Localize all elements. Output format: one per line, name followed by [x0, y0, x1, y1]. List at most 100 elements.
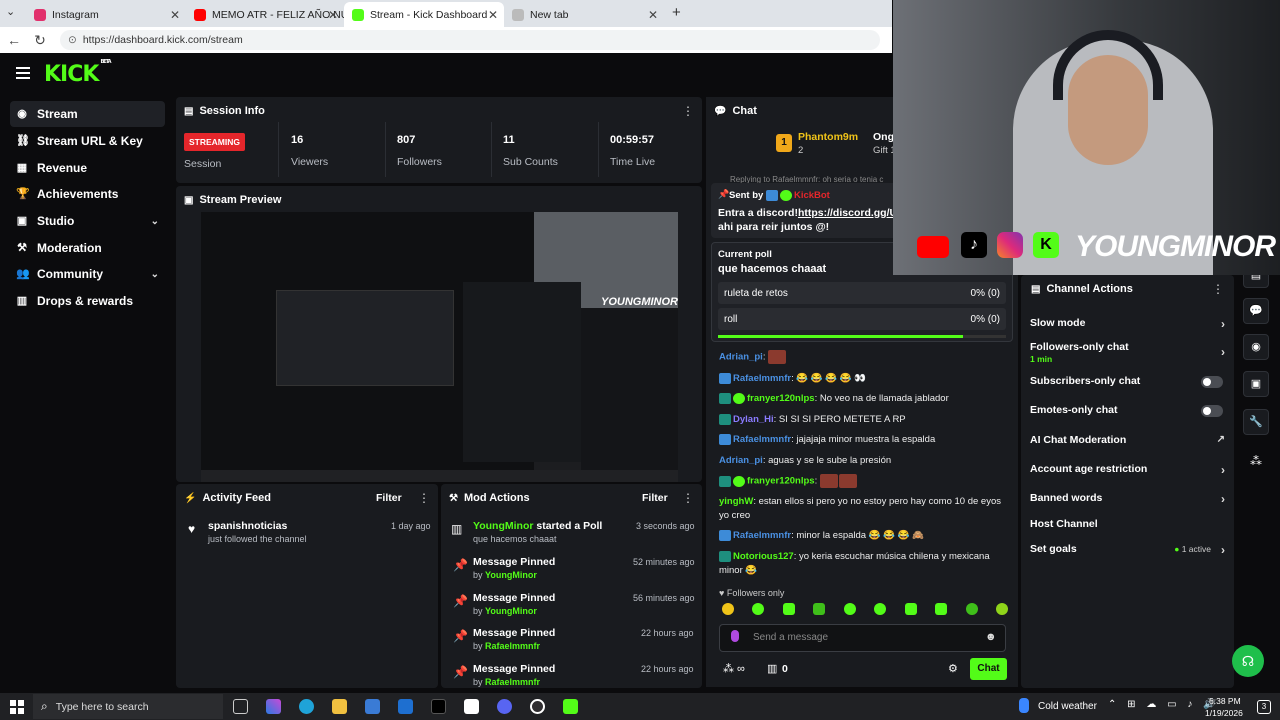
emote-bar[interactable]: [722, 603, 1008, 617]
channel-actions-panel: ▤ Channel Actions ⋮: [1021, 275, 1234, 688]
panel-title: 💬 Chat: [714, 105, 757, 117]
sidebar-item-stream-url-key[interactable]: ⛓ Stream URL & Key: [10, 128, 165, 154]
file-explorer-icon[interactable]: [332, 699, 347, 714]
more-icon[interactable]: ⋮: [682, 491, 694, 505]
quick-actions-icon[interactable]: ⁂: [1250, 454, 1262, 468]
sidebar-item-label: Drops & rewards: [37, 294, 134, 308]
kick-logo[interactable]: KICKBETA: [44, 59, 112, 87]
filter-button[interactable]: Filter: [376, 492, 402, 504]
bolt-icon: ⚡: [184, 492, 197, 504]
mod-item: Message Pinned by YoungMinor: [473, 592, 555, 616]
tab-youtube[interactable]: MEMO ATR - FELIZ AÑO NUEVO ✕: [186, 2, 344, 27]
support-chat-button[interactable]: ☊: [1232, 645, 1264, 677]
windows-start-icon[interactable]: [10, 700, 24, 714]
mod-item: Message Pinned by YoungMinor: [473, 556, 555, 580]
discord-link[interactable]: https://discord.gg/UXr: [798, 207, 898, 219]
host-channel-row[interactable]: Host Channel: [1030, 518, 1225, 530]
sidebar-item-achievements[interactable]: 🏆 Achievements: [10, 181, 165, 207]
edge-icon[interactable]: [299, 699, 314, 714]
filter-button[interactable]: Filter: [642, 492, 668, 504]
copilot-icon[interactable]: [266, 699, 281, 714]
tab-list-button[interactable]: ⌄: [6, 5, 15, 18]
mod-item-title: Message Pinned: [473, 556, 556, 568]
task-view-icon[interactable]: [233, 699, 248, 714]
url-input[interactable]: ⊙ https://dashboard.kick.com/stream: [60, 30, 880, 50]
capcut-icon[interactable]: [464, 699, 479, 714]
close-icon[interactable]: ✕: [170, 8, 180, 22]
tab-new[interactable]: New tab ✕: [504, 2, 664, 27]
sidebar-item-studio[interactable]: ▣ Studio ⌄: [10, 208, 165, 234]
emotes-only-toggle[interactable]: [1201, 405, 1223, 417]
layout-icon: ▤: [1031, 283, 1041, 295]
emote-icon[interactable]: [935, 603, 948, 615]
tiktok-taskbar-icon[interactable]: [431, 699, 446, 714]
store-icon[interactable]: [365, 699, 380, 714]
ai-moderation-row[interactable]: AI Chat Moderation ↗: [1030, 434, 1225, 446]
emote-icon[interactable]: [752, 603, 765, 615]
tab-instagram[interactable]: Instagram ✕: [26, 2, 186, 27]
emote-icon[interactable]: [722, 603, 734, 615]
chat-send-button[interactable]: Chat: [970, 658, 1007, 680]
set-goals-row[interactable]: Set goals ● 1 active ›: [1030, 543, 1225, 557]
sidebar-item-drops-rewards[interactable]: ▥ Drops & rewards: [10, 288, 165, 314]
taskbar-search[interactable]: ⌕ Type here to search: [33, 694, 223, 719]
emote-icon[interactable]: [904, 603, 917, 615]
poll-option[interactable]: ruleta de retos 0% (0): [718, 282, 1006, 304]
sidebar-item-moderation[interactable]: ⚒ Moderation: [10, 235, 165, 261]
back-icon[interactable]: ←: [4, 32, 24, 48]
clock-date[interactable]: 1/19/2026: [1205, 708, 1243, 718]
poll-option[interactable]: roll 0% (0): [718, 308, 1006, 330]
slow-mode-row[interactable]: Slow mode ›: [1030, 317, 1225, 331]
stream-preview-video[interactable]: YOUNGMINOR: [201, 212, 678, 482]
chat-input-placeholder: Send a message: [753, 632, 829, 643]
layout-rail-button[interactable]: ▣: [1243, 371, 1269, 397]
close-icon[interactable]: ✕: [328, 8, 338, 22]
tab-kick-dashboard[interactable]: Stream - Kick Dashboard ✕: [344, 2, 504, 27]
poll-timer-fill: [718, 335, 963, 338]
new-tab-button[interactable]: +: [672, 4, 681, 21]
more-icon[interactable]: ⋮: [682, 104, 694, 118]
followers-only-row[interactable]: Followers-only chat 1 min ›: [1030, 341, 1225, 364]
emote-icon[interactable]: [782, 603, 795, 615]
emote-icon[interactable]: [965, 603, 978, 615]
obs-icon[interactable]: [530, 699, 545, 714]
activity-user: spanishnoticias: [208, 520, 288, 532]
broadcast-rail-button[interactable]: ◉: [1243, 334, 1269, 360]
more-icon[interactable]: ⋮: [1212, 282, 1224, 296]
kick-taskbar-icon[interactable]: [563, 699, 578, 714]
tab-label: Instagram: [52, 8, 99, 21]
tab-label: MEMO ATR - FELIZ AÑO NUEVO: [212, 8, 344, 21]
menu-icon[interactable]: [16, 67, 30, 82]
clock-time[interactable]: 6:38 PM: [1209, 696, 1241, 706]
sidebar-item-stream[interactable]: ◉ Stream: [10, 101, 165, 127]
discord-icon[interactable]: [497, 699, 512, 714]
panel-title: ⚡ Activity Feed: [184, 492, 271, 504]
emote-icon[interactable]: [813, 603, 826, 615]
mail-icon[interactable]: [398, 699, 413, 714]
weather-text[interactable]: Cold weather: [1038, 701, 1097, 712]
gear-icon[interactable]: ⚙: [948, 662, 958, 675]
preview-overlay-name: YOUNGMINOR: [601, 296, 678, 308]
sidebar-item-community[interactable]: 👥 Community ⌄: [10, 261, 165, 287]
emoji-icon[interactable]: ☻: [985, 631, 997, 643]
reload-icon[interactable]: ↻: [30, 32, 50, 49]
sidebar-item-revenue[interactable]: ▦ Revenue: [10, 155, 165, 181]
activity-time: 1 day ago: [391, 521, 431, 531]
gift-icon: ▥: [16, 295, 28, 307]
mic-icon[interactable]: [731, 630, 739, 642]
subscribers-only-toggle[interactable]: [1201, 376, 1223, 388]
site-info-icon[interactable]: ⊙: [68, 34, 77, 46]
more-icon[interactable]: ⋮: [418, 491, 430, 505]
account-age-row[interactable]: Account age restriction ›: [1030, 463, 1225, 477]
close-icon[interactable]: ✕: [648, 8, 658, 22]
emote-icon[interactable]: [843, 603, 856, 615]
chat-rail-button[interactable]: 💬: [1243, 298, 1269, 324]
system-tray-icons[interactable]: ⌃ ⊞ ☁ ▭ ♪ 🔊: [1108, 699, 1220, 710]
emote-icon[interactable]: [874, 603, 887, 615]
notification-badge[interactable]: 3: [1257, 700, 1271, 714]
wrench-rail-button[interactable]: 🔧: [1243, 409, 1269, 435]
emote-icon[interactable]: [995, 603, 1008, 615]
banned-words-row[interactable]: Banned words ›: [1030, 492, 1225, 506]
close-icon[interactable]: ✕: [488, 8, 498, 22]
badge-icon: [719, 475, 731, 487]
